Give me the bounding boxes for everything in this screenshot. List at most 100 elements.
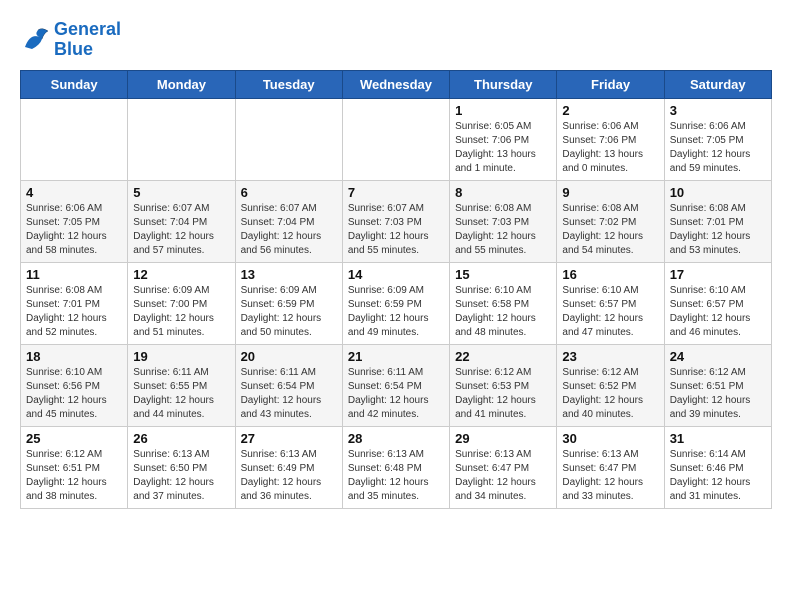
logo-text: General Blue <box>54 20 121 60</box>
calendar-cell: 30 Sunrise: 6:13 AM Sunset: 6:47 PM Dayli… <box>557 426 664 508</box>
weekday-header-sunday: Sunday <box>21 70 128 98</box>
day-info: Sunrise: 6:09 AM Sunset: 6:59 PM Dayligh… <box>348 284 444 340</box>
day-info: Sunrise: 6:13 AM Sunset: 6:47 PM Dayligh… <box>562 448 658 504</box>
logo-icon <box>20 25 50 55</box>
calendar-cell: 31 Sunrise: 6:14 AM Sunset: 6:46 PM Dayli… <box>664 426 771 508</box>
calendar-cell: 2Sunrise: 6:06 AM Sunset: 7:06 PM Daylig… <box>557 98 664 180</box>
day-number: 22 <box>455 349 551 364</box>
day-number: 11 <box>26 267 122 282</box>
day-info: Sunrise: 6:12 AM Sunset: 6:51 PM Dayligh… <box>26 448 122 504</box>
calendar-week-2: 4 Sunrise: 6:06 AM Sunset: 7:05 PM Daylig… <box>21 180 772 262</box>
calendar-cell: 20 Sunrise: 6:11 AM Sunset: 6:54 PM Dayli… <box>235 344 342 426</box>
day-info: Sunrise: 6:09 AM Sunset: 6:59 PM Dayligh… <box>241 284 337 340</box>
calendar-week-4: 18Sunrise: 6:10 AM Sunset: 6:56 PM Dayli… <box>21 344 772 426</box>
calendar-cell: 4 Sunrise: 6:06 AM Sunset: 7:05 PM Daylig… <box>21 180 128 262</box>
calendar-cell: 8 Sunrise: 6:08 AM Sunset: 7:03 PM Daylig… <box>450 180 557 262</box>
day-number: 9 <box>562 185 658 200</box>
weekday-header-monday: Monday <box>128 70 235 98</box>
calendar-cell: 24 Sunrise: 6:12 AM Sunset: 6:51 PM Dayli… <box>664 344 771 426</box>
calendar-table: SundayMondayTuesdayWednesdayThursdayFrid… <box>20 70 772 509</box>
day-number: 20 <box>241 349 337 364</box>
day-number: 24 <box>670 349 766 364</box>
day-info: Sunrise: 6:08 AM Sunset: 7:02 PM Dayligh… <box>562 202 658 258</box>
calendar-cell: 25 Sunrise: 6:12 AM Sunset: 6:51 PM Dayli… <box>21 426 128 508</box>
day-number: 18 <box>26 349 122 364</box>
day-number: 30 <box>562 431 658 446</box>
day-info: Sunrise: 6:12 AM Sunset: 6:51 PM Dayligh… <box>670 366 766 422</box>
calendar-week-5: 25 Sunrise: 6:12 AM Sunset: 6:51 PM Dayli… <box>21 426 772 508</box>
calendar-cell: 18Sunrise: 6:10 AM Sunset: 6:56 PM Dayli… <box>21 344 128 426</box>
day-number: 29 <box>455 431 551 446</box>
day-number: 14 <box>348 267 444 282</box>
calendar-cell: 1Sunrise: 6:05 AM Sunset: 7:06 PM Daylig… <box>450 98 557 180</box>
calendar-cell: 9 Sunrise: 6:08 AM Sunset: 7:02 PM Daylig… <box>557 180 664 262</box>
day-info: Sunrise: 6:13 AM Sunset: 6:48 PM Dayligh… <box>348 448 444 504</box>
calendar-cell: 5 Sunrise: 6:07 AM Sunset: 7:04 PM Daylig… <box>128 180 235 262</box>
day-info: Sunrise: 6:13 AM Sunset: 6:47 PM Dayligh… <box>455 448 551 504</box>
calendar-cell: 10Sunrise: 6:08 AM Sunset: 7:01 PM Dayli… <box>664 180 771 262</box>
day-number: 6 <box>241 185 337 200</box>
weekday-header-saturday: Saturday <box>664 70 771 98</box>
day-number: 25 <box>26 431 122 446</box>
calendar-cell: 21Sunrise: 6:11 AM Sunset: 6:54 PM Dayli… <box>342 344 449 426</box>
day-info: Sunrise: 6:07 AM Sunset: 7:04 PM Dayligh… <box>133 202 229 258</box>
day-info: Sunrise: 6:07 AM Sunset: 7:03 PM Dayligh… <box>348 202 444 258</box>
day-info: Sunrise: 6:12 AM Sunset: 6:52 PM Dayligh… <box>562 366 658 422</box>
day-number: 5 <box>133 185 229 200</box>
day-number: 8 <box>455 185 551 200</box>
calendar-cell: 28 Sunrise: 6:13 AM Sunset: 6:48 PM Dayli… <box>342 426 449 508</box>
calendar-cell: 3Sunrise: 6:06 AM Sunset: 7:05 PM Daylig… <box>664 98 771 180</box>
day-number: 19 <box>133 349 229 364</box>
weekday-header-friday: Friday <box>557 70 664 98</box>
day-info: Sunrise: 6:08 AM Sunset: 7:03 PM Dayligh… <box>455 202 551 258</box>
calendar-cell: 17 Sunrise: 6:10 AM Sunset: 6:57 PM Dayli… <box>664 262 771 344</box>
day-number: 28 <box>348 431 444 446</box>
calendar-week-1: 1Sunrise: 6:05 AM Sunset: 7:06 PM Daylig… <box>21 98 772 180</box>
day-info: Sunrise: 6:14 AM Sunset: 6:46 PM Dayligh… <box>670 448 766 504</box>
calendar-cell: 6 Sunrise: 6:07 AM Sunset: 7:04 PM Daylig… <box>235 180 342 262</box>
weekday-header-tuesday: Tuesday <box>235 70 342 98</box>
day-number: 13 <box>241 267 337 282</box>
day-info: Sunrise: 6:10 AM Sunset: 6:57 PM Dayligh… <box>562 284 658 340</box>
day-info: Sunrise: 6:06 AM Sunset: 7:05 PM Dayligh… <box>26 202 122 258</box>
calendar-cell: 13 Sunrise: 6:09 AM Sunset: 6:59 PM Dayli… <box>235 262 342 344</box>
calendar-cell: 14 Sunrise: 6:09 AM Sunset: 6:59 PM Dayli… <box>342 262 449 344</box>
calendar-cell: 29 Sunrise: 6:13 AM Sunset: 6:47 PM Dayli… <box>450 426 557 508</box>
calendar-cell <box>21 98 128 180</box>
calendar-cell: 26 Sunrise: 6:13 AM Sunset: 6:50 PM Dayli… <box>128 426 235 508</box>
day-number: 16 <box>562 267 658 282</box>
calendar-cell: 15 Sunrise: 6:10 AM Sunset: 6:58 PM Dayli… <box>450 262 557 344</box>
day-info: Sunrise: 6:09 AM Sunset: 7:00 PM Dayligh… <box>133 284 229 340</box>
day-info: Sunrise: 6:10 AM Sunset: 6:58 PM Dayligh… <box>455 284 551 340</box>
day-number: 31 <box>670 431 766 446</box>
calendar-cell: 7 Sunrise: 6:07 AM Sunset: 7:03 PM Daylig… <box>342 180 449 262</box>
day-number: 15 <box>455 267 551 282</box>
calendar-cell <box>128 98 235 180</box>
day-number: 23 <box>562 349 658 364</box>
day-number: 27 <box>241 431 337 446</box>
day-info: Sunrise: 6:10 AM Sunset: 6:57 PM Dayligh… <box>670 284 766 340</box>
day-info: Sunrise: 6:08 AM Sunset: 7:01 PM Dayligh… <box>670 202 766 258</box>
day-info: Sunrise: 6:06 AM Sunset: 7:06 PM Dayligh… <box>562 120 658 176</box>
calendar-cell <box>342 98 449 180</box>
day-number: 3 <box>670 103 766 118</box>
day-info: Sunrise: 6:05 AM Sunset: 7:06 PM Dayligh… <box>455 120 551 176</box>
calendar-cell: 22Sunrise: 6:12 AM Sunset: 6:53 PM Dayli… <box>450 344 557 426</box>
day-number: 26 <box>133 431 229 446</box>
day-info: Sunrise: 6:08 AM Sunset: 7:01 PM Dayligh… <box>26 284 122 340</box>
calendar-cell: 12Sunrise: 6:09 AM Sunset: 7:00 PM Dayli… <box>128 262 235 344</box>
day-number: 7 <box>348 185 444 200</box>
day-number: 21 <box>348 349 444 364</box>
day-info: Sunrise: 6:13 AM Sunset: 6:50 PM Dayligh… <box>133 448 229 504</box>
calendar-cell: 19 Sunrise: 6:11 AM Sunset: 6:55 PM Dayli… <box>128 344 235 426</box>
page-header: General Blue <box>20 20 772 60</box>
day-info: Sunrise: 6:11 AM Sunset: 6:54 PM Dayligh… <box>241 366 337 422</box>
day-number: 17 <box>670 267 766 282</box>
day-info: Sunrise: 6:11 AM Sunset: 6:55 PM Dayligh… <box>133 366 229 422</box>
weekday-header-wednesday: Wednesday <box>342 70 449 98</box>
day-info: Sunrise: 6:07 AM Sunset: 7:04 PM Dayligh… <box>241 202 337 258</box>
weekday-header-thursday: Thursday <box>450 70 557 98</box>
calendar-cell: 27Sunrise: 6:13 AM Sunset: 6:49 PM Dayli… <box>235 426 342 508</box>
calendar-cell: 16 Sunrise: 6:10 AM Sunset: 6:57 PM Dayli… <box>557 262 664 344</box>
day-number: 4 <box>26 185 122 200</box>
